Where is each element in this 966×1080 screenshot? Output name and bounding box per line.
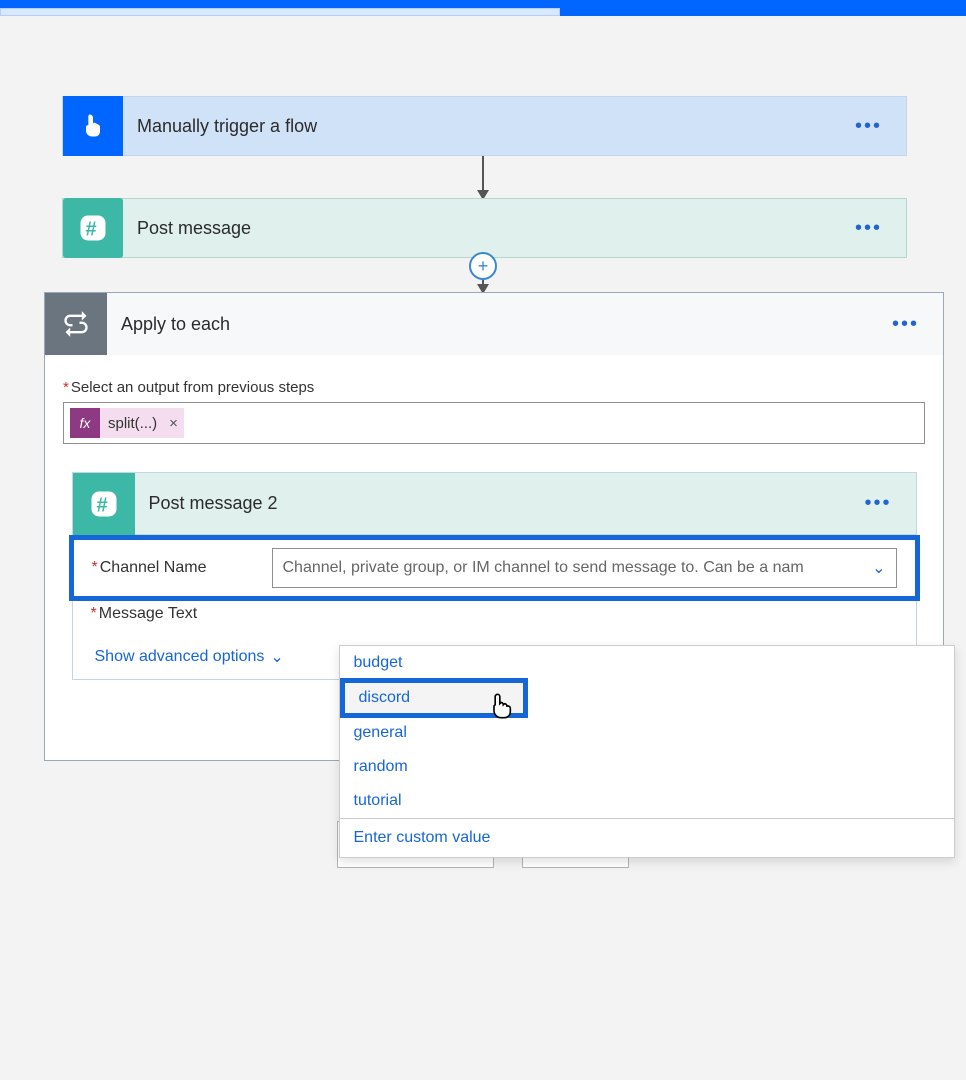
post-message-menu-button[interactable]: ••• <box>855 217 906 240</box>
channel-name-row: *Channel Name Channel, private group, or… <box>69 535 920 601</box>
apply-to-each-card: Apply to each ••• *Select an output from… <box>44 292 944 761</box>
message-text-label: *Message Text <box>91 605 271 623</box>
apply-menu-button[interactable]: ••• <box>892 313 943 336</box>
trigger-card[interactable]: Manually trigger a flow ••• <box>62 96 907 156</box>
channel-label-text: Channel Name <box>100 559 207 576</box>
token-text: split(...) <box>108 415 163 432</box>
output-label-text: Select an output from previous steps <box>71 379 314 396</box>
message-text-row: *Message Text <box>73 601 916 635</box>
trigger-menu-button[interactable]: ••• <box>855 115 906 138</box>
hashtag-icon: # <box>63 198 123 258</box>
advanced-text: Show advanced options <box>95 648 265 666</box>
remove-token-button[interactable]: × <box>163 415 184 432</box>
channel-placeholder-text: Channel, private group, or IM channel to… <box>283 559 804 577</box>
dropdown-option-general[interactable]: general <box>340 716 954 750</box>
dropdown-custom-value[interactable]: Enter custom value <box>340 818 954 857</box>
post-message-2-header[interactable]: # Post message 2 ••• <box>73 473 916 535</box>
show-advanced-options-link[interactable]: Show advanced options ⌄ <box>73 635 306 679</box>
apply-to-each-header[interactable]: Apply to each ••• <box>45 293 943 355</box>
add-step-button[interactable]: + <box>469 252 497 280</box>
trigger-title: Manually trigger a flow <box>123 116 855 137</box>
fx-icon: fx <box>70 408 100 438</box>
expression-token: fx split(...) × <box>70 408 184 438</box>
dropdown-option-discord[interactable]: discord <box>340 678 528 718</box>
post-message-card[interactable]: # Post message ••• <box>62 198 907 258</box>
flow-canvas: Manually trigger a flow ••• # Post messa… <box>0 96 966 868</box>
touch-icon <box>63 96 123 156</box>
post-message-title: Post message <box>123 218 855 239</box>
hashtag-icon: # <box>73 473 135 535</box>
dropdown-option-tutorial[interactable]: tutorial <box>340 784 954 818</box>
post-message-2-menu-button[interactable]: ••• <box>864 492 915 515</box>
loop-icon <box>45 293 107 355</box>
arrow-connector <box>482 156 484 198</box>
dropdown-option-budget[interactable]: budget <box>340 646 954 680</box>
channel-name-label: *Channel Name <box>92 559 272 577</box>
chevron-down-icon: ⌄ <box>270 647 283 667</box>
svg-text:#: # <box>96 494 107 516</box>
sub-chrome-bar <box>0 8 560 16</box>
output-field-label: *Select an output from previous steps <box>63 379 925 396</box>
message-label-text: Message Text <box>99 605 197 622</box>
dropdown-option-random[interactable]: random <box>340 750 954 784</box>
post-message-2-card: # Post message 2 ••• *Channel Name Chann… <box>72 472 917 680</box>
chevron-down-icon: ⌄ <box>872 558 885 578</box>
svg-text:#: # <box>86 219 97 241</box>
output-expression-input[interactable]: fx split(...) × <box>63 402 925 444</box>
channel-name-combobox[interactable]: Channel, private group, or IM channel to… <box>272 548 897 588</box>
channel-dropdown: budget discord general random tutorial E… <box>339 645 955 858</box>
post-message-2-title: Post message 2 <box>135 493 865 514</box>
apply-title: Apply to each <box>107 314 892 335</box>
